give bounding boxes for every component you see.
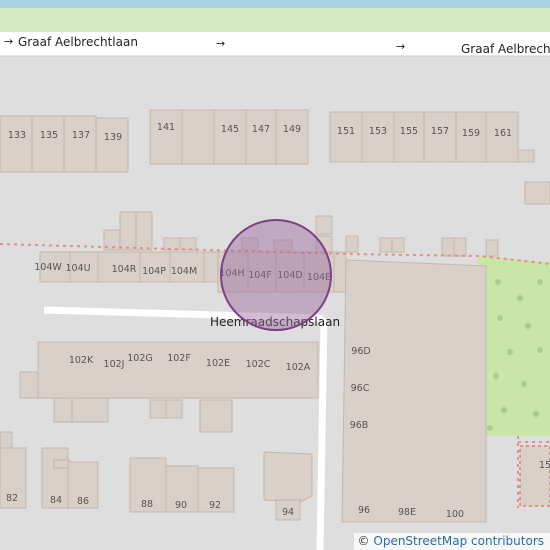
oneway-arrow-3: →	[396, 40, 405, 53]
house-number-100: 100	[446, 509, 464, 520]
house-number-145: 145	[221, 124, 239, 135]
house-number-92: 92	[209, 500, 221, 511]
house-number-86: 86	[77, 496, 89, 507]
house-number-84: 84	[50, 495, 62, 506]
house-number-96C: 96C	[351, 383, 370, 394]
map-canvas[interactable]: 133 135 137 139 141 145 147 149 151 153 155 157 159 1…	[0, 0, 550, 550]
house-number-104U: 104U	[65, 263, 90, 274]
house-number-94: 94	[282, 507, 294, 518]
house-number-157: 157	[431, 126, 449, 137]
house-number-141: 141	[157, 122, 175, 133]
house-number-104R: 104R	[112, 264, 137, 275]
house-number-161: 161	[494, 128, 512, 139]
house-number-135: 135	[40, 130, 58, 141]
house-number-102C: 102C	[246, 359, 271, 370]
street-label-graaf-aelbrechtlaan-2: Graaf Aelbrechtlaan	[461, 42, 550, 56]
house-number-147: 147	[252, 124, 270, 135]
oneway-arrow-2: →	[216, 37, 225, 50]
house-number-149: 149	[283, 124, 301, 135]
house-number-88: 88	[141, 499, 153, 510]
house-number-133: 133	[8, 130, 26, 141]
attribution: © OpenStreetMap contributors	[353, 533, 550, 550]
house-number-159: 159	[462, 128, 480, 139]
house-number-137: 137	[72, 130, 90, 141]
house-number-90: 90	[175, 500, 187, 511]
house-number-104P: 104P	[142, 266, 166, 277]
house-number-102K: 102K	[69, 355, 94, 366]
house-number-102A: 102A	[286, 362, 311, 373]
house-number-102E: 102E	[206, 358, 230, 369]
house-number-96D: 96D	[351, 346, 370, 357]
osm-contributors-link[interactable]: OpenStreetMap contributors	[373, 534, 544, 548]
house-number-104M: 104M	[171, 266, 197, 277]
street-label-graaf-aelbrechtlaan-1: Graaf Aelbrechtlaan	[18, 35, 138, 49]
location-marker[interactable]	[220, 219, 332, 331]
house-number-139: 139	[104, 132, 122, 143]
house-number-102G: 102G	[127, 353, 153, 364]
house-number-151: 151	[337, 126, 355, 137]
copyright-symbol: ©	[357, 534, 370, 548]
oneway-arrow-1: →	[4, 35, 13, 48]
house-number-98E: 98E	[398, 507, 416, 518]
house-number-155: 155	[400, 126, 418, 137]
house-number-82: 82	[6, 493, 18, 504]
house-number-15: 15	[539, 460, 550, 471]
house-number-153: 153	[369, 126, 387, 137]
house-number-96: 96	[358, 505, 370, 516]
house-number-96B: 96B	[350, 420, 369, 431]
park-strip-top	[0, 8, 550, 32]
house-number-102J: 102J	[104, 359, 125, 370]
house-number-102F: 102F	[167, 353, 191, 364]
house-number-104W: 104W	[34, 262, 62, 273]
water-strip	[0, 0, 550, 8]
